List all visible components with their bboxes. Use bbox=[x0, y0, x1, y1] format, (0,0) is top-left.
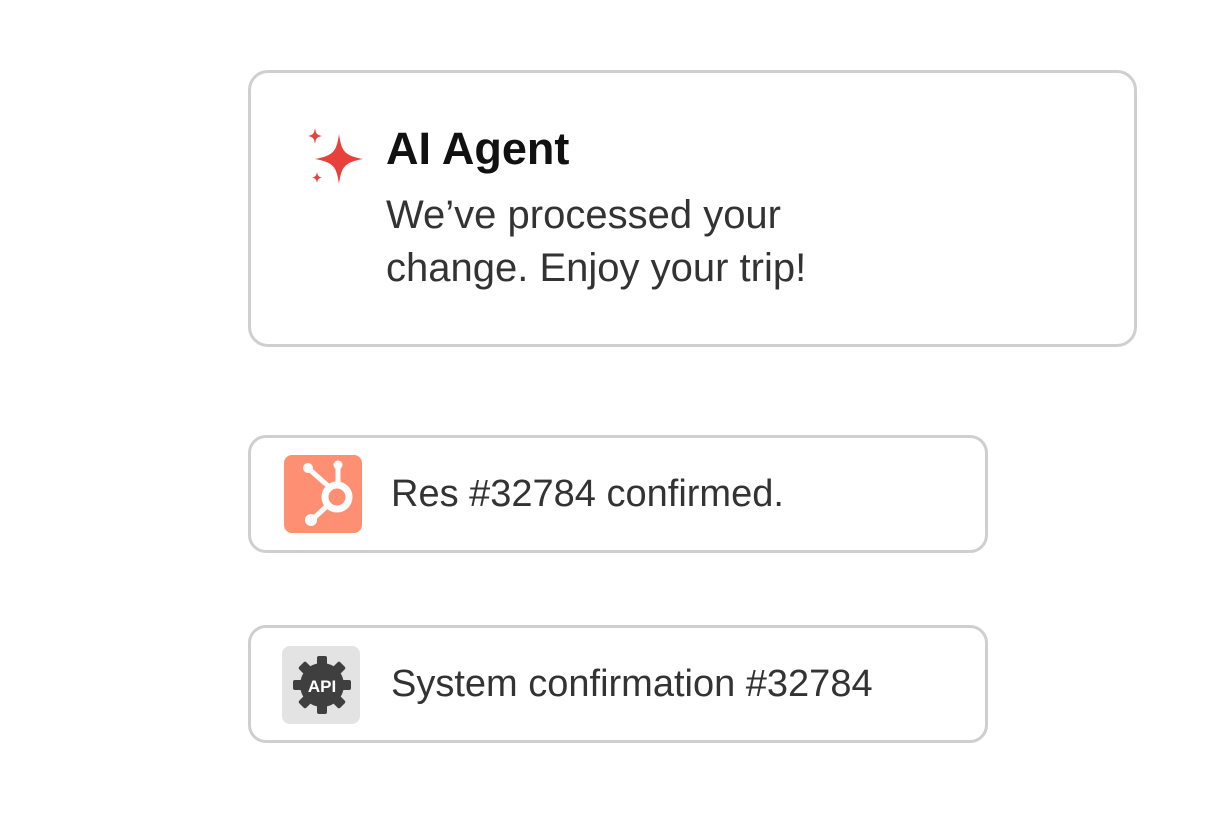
agent-message: We’ve processed your change. Enjoy your … bbox=[386, 193, 807, 290]
hubspot-icon-box bbox=[284, 455, 362, 533]
hubspot-icon bbox=[303, 460, 353, 526]
api-icon-box: API bbox=[282, 646, 360, 724]
ai-agent-message-card: AI Agent We’ve processed your change. En… bbox=[248, 70, 1137, 347]
api-confirmation-row: API System confirmation #32784 bbox=[248, 625, 988, 743]
hubspot-confirmation-row: Res #32784 confirmed. bbox=[248, 435, 988, 553]
hubspot-confirmation-text: Res #32784 confirmed. bbox=[391, 473, 784, 515]
api-icon-label: API bbox=[308, 677, 336, 696]
api-gear-icon: API bbox=[293, 656, 351, 714]
agent-title: AI Agent bbox=[386, 123, 570, 174]
sparkle-icon bbox=[308, 128, 363, 184]
api-confirmation-text: System confirmation #32784 bbox=[391, 663, 873, 705]
